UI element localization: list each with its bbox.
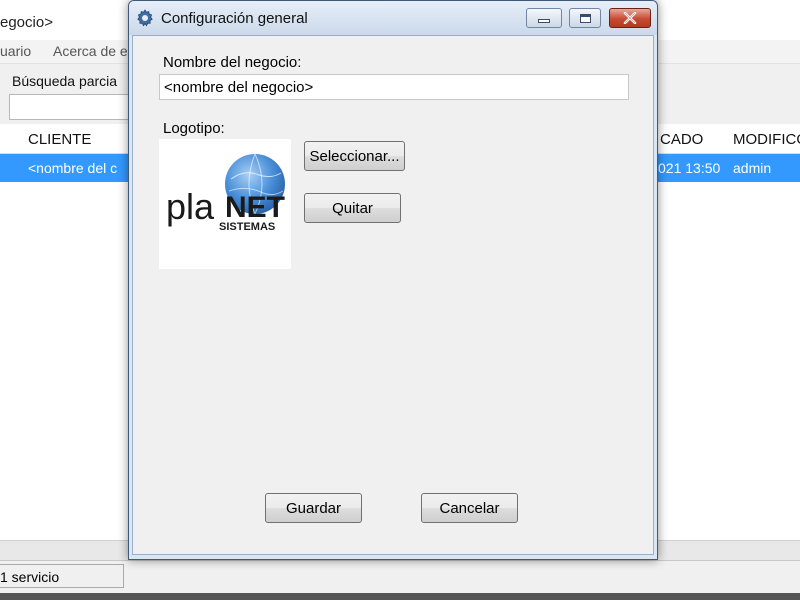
minimize-icon [538,19,550,23]
logo-text-suffix: NET [225,191,285,224]
maximize-icon [579,13,591,23]
close-button[interactable] [609,8,651,28]
logo-preview: pla NET SISTEMAS [159,139,291,269]
logo-tagline: SISTEMAS [219,221,275,233]
status-panel: 1 servicio [0,564,124,588]
remove-logo-button[interactable]: Quitar [304,193,401,223]
logo-text-prefix: pla [166,186,215,227]
configuracion-general-dialog: Configuración general Nombre del negocio… [128,0,658,560]
gear-icon [137,9,153,27]
search-input[interactable] [9,94,139,120]
dialog-content: Nombre del negocio: Logotipo: pla NET [132,35,654,555]
cell-modifico: admin [733,160,772,176]
business-name-input[interactable] [159,74,629,100]
menu-item-usuario[interactable]: uario [0,43,31,59]
cell-fecha: 021 13:50 [658,160,721,176]
logo-label: Logotipo: [163,120,225,137]
minimize-button[interactable] [526,8,562,28]
taskbar-edge [0,593,800,600]
dialog-title: Configuración general [161,10,308,27]
column-header-modifico[interactable]: MODIFICO [733,131,800,148]
dialog-titlebar[interactable]: Configuración general [129,1,657,35]
search-label: Búsqueda parcia [12,73,118,89]
planet-sistemas-logo: pla NET SISTEMAS [166,153,285,233]
menu-item-acerca-de[interactable]: Acerca de e [53,43,128,59]
status-bar: 1 servicio [0,560,800,600]
column-header-modificado[interactable]: CADO [660,131,703,148]
maximize-button[interactable] [569,8,601,28]
cancel-button[interactable]: Cancelar [421,493,518,523]
close-icon [623,12,637,24]
column-header-cliente[interactable]: CLIENTE [28,131,91,148]
select-logo-button[interactable]: Seleccionar... [304,141,405,171]
status-text: 1 servicio [0,569,60,585]
cell-cliente: <nombre del c [28,160,118,176]
business-name-label: Nombre del negocio: [163,54,302,71]
main-window-title: egocio> [0,14,53,31]
save-button[interactable]: Guardar [265,493,362,523]
